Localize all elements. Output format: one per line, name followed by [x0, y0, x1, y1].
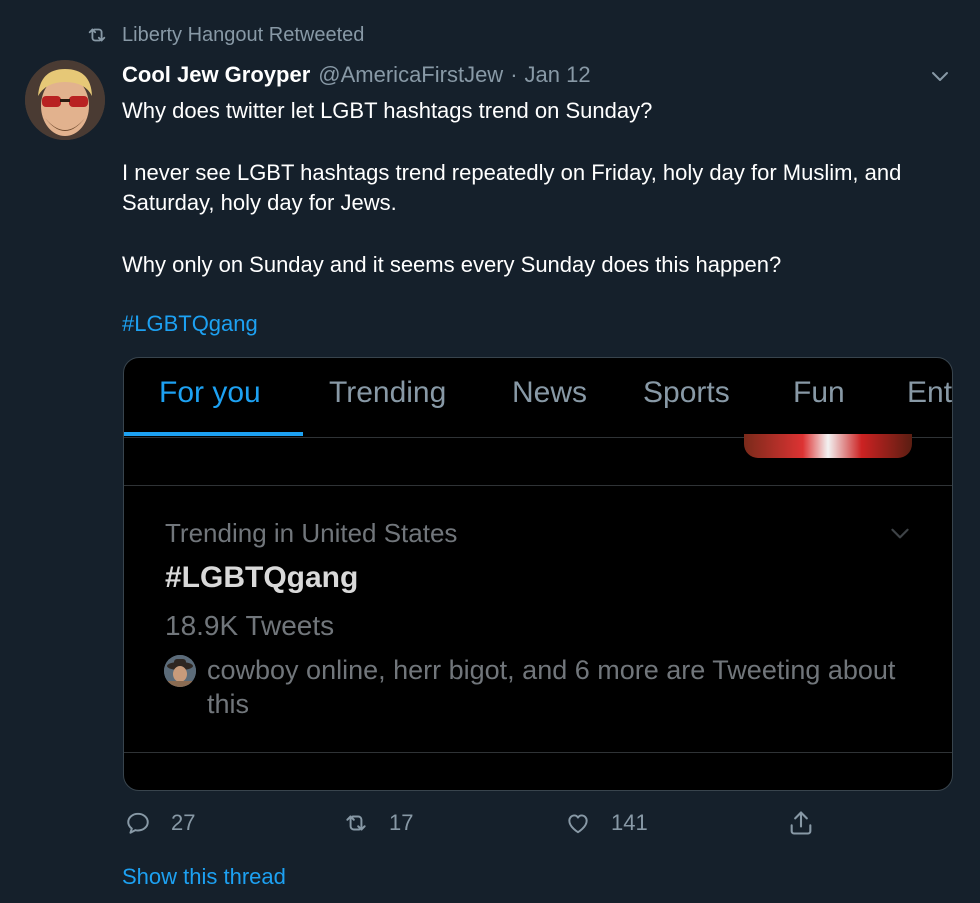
- divider: [124, 752, 952, 753]
- reply-button[interactable]: 27: [125, 808, 195, 838]
- retweet-icon: [346, 815, 366, 831]
- explore-tabs: For you Trending News Sports Fun Ent: [124, 358, 952, 438]
- chevron-down-icon[interactable]: [928, 64, 952, 88]
- retweet-count: 17: [389, 810, 414, 835]
- tweet-text: Why does twitter let LGBT hashtags trend…: [122, 96, 922, 312]
- tab-fun: Fun: [793, 376, 845, 409]
- author-handle[interactable]: @AmericaFirstJew: [318, 62, 503, 88]
- avatar: [164, 655, 196, 687]
- reply-icon: [127, 812, 149, 834]
- tab-news: News: [512, 376, 588, 409]
- trend-context: Trending in United States: [165, 518, 458, 548]
- retweet-icon: [88, 28, 106, 42]
- retweet-context[interactable]: Liberty Hangout Retweeted: [86, 22, 364, 48]
- tweet-paragraph: I never see LGBT hashtags trend repeated…: [122, 160, 902, 215]
- trend-hashtag: #LGBTQgang: [165, 561, 359, 594]
- trend-social-context: cowboy online, herr bigot, and 6 more ar…: [207, 655, 896, 719]
- tab-entertainment: Ent: [907, 376, 953, 409]
- like-button[interactable]: 141: [565, 808, 648, 838]
- tweet-header: Cool Jew Groyper @AmericaFirstJew · Jan …: [122, 60, 591, 90]
- cowboy-avatar-image: [164, 655, 196, 687]
- tweet-hashtag-link[interactable]: #LGBTQgang: [122, 311, 258, 337]
- active-tab-indicator: [124, 432, 303, 436]
- retweet-context-label: Liberty Hangout Retweeted: [122, 23, 365, 46]
- show-thread-link[interactable]: Show this thread: [122, 864, 286, 890]
- avatar[interactable]: [25, 60, 105, 140]
- tab-for-you: For you: [159, 376, 261, 409]
- retweet-button[interactable]: 17: [343, 808, 413, 838]
- tweet-date[interactable]: Jan 12: [525, 62, 591, 88]
- trend-tweet-count: 18.9K Tweets: [165, 610, 335, 641]
- tweet-paragraph: Why only on Sunday and it seems every Su…: [122, 252, 782, 277]
- embedded-screenshot[interactable]: For you Trending News Sports Fun Ent Tre…: [123, 357, 953, 791]
- chevron-down-icon: [891, 528, 909, 539]
- like-count: 141: [611, 810, 648, 835]
- tab-sports: Sports: [643, 376, 730, 409]
- reply-count: 27: [171, 810, 196, 835]
- divider: [124, 485, 952, 486]
- heart-icon: [568, 814, 588, 834]
- tweet-paragraph: Why does twitter let LGBT hashtags trend…: [122, 98, 653, 123]
- tab-trending: Trending: [329, 376, 447, 409]
- cropped-thumbnail: [744, 434, 912, 458]
- author-name[interactable]: Cool Jew Groyper: [122, 62, 310, 88]
- avatar-image: [25, 60, 105, 140]
- share-icon[interactable]: [787, 809, 815, 837]
- separator-dot: ·: [510, 62, 518, 87]
